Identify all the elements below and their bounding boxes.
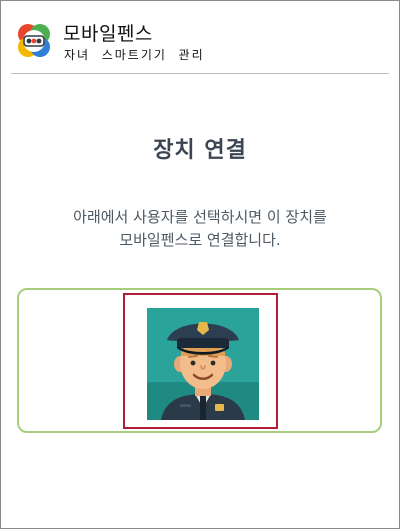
mobilefence-logo xyxy=(18,24,50,57)
user-selection-panel xyxy=(17,288,382,433)
instruction-line: 아래에서 사용자를 선택하시면 이 장치를 xyxy=(73,208,327,226)
brand-tagline: 자녀 스마트기기 관리 xyxy=(64,48,205,62)
app-header: 모바일펜스 자녀 스마트기기 관리 xyxy=(11,15,391,71)
header-divider xyxy=(11,73,389,74)
user-card-selected[interactable] xyxy=(123,293,278,429)
page-title: 장치 연결 xyxy=(153,138,247,163)
instruction-line: 모바일펜스로 연결합니다. xyxy=(119,231,281,249)
brand-name: 모바일펜스 xyxy=(63,23,153,45)
police-officer-avatar-icon xyxy=(147,308,259,420)
app-window: 모바일펜스 자녀 스마트기기 관리 장치 연결 아래에서 사용자를 선택하시면 … xyxy=(0,0,400,529)
instruction-text: 아래에서 사용자를 선택하시면 이 장치를 모바일펜스로 연결합니다. xyxy=(1,206,399,252)
